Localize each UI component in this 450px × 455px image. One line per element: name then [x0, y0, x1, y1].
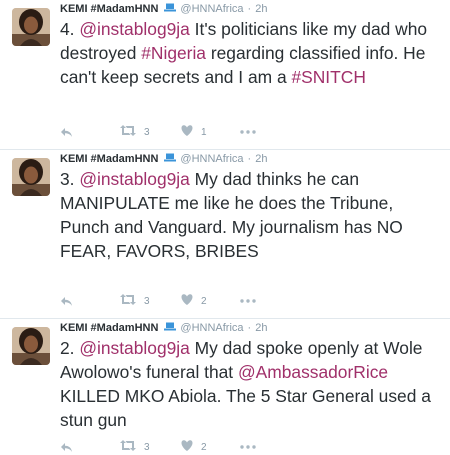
reply-icon[interactable]: [60, 127, 73, 138]
laptop-icon: [164, 3, 177, 15]
retweet-icon: [120, 440, 136, 454]
more-icon[interactable]: [240, 299, 256, 303]
user-handle[interactable]: @HNNAfrica: [180, 3, 243, 15]
tweet-text-segment: 3.: [60, 169, 80, 189]
avatar[interactable]: [12, 158, 50, 196]
heart-icon: [181, 294, 193, 308]
user-handle[interactable]: @HNNAfrica: [180, 322, 243, 334]
user-name[interactable]: KEMI #MadamHNN: [60, 153, 158, 165]
mention-link[interactable]: @instablog9ja: [79, 19, 189, 39]
tweet-text: 4. @instablog9ja It's politicians like m…: [60, 17, 445, 89]
like-button[interactable]: 2: [181, 440, 207, 454]
like-count: 2: [201, 295, 207, 307]
avatar-image: [12, 327, 50, 365]
tweet[interactable]: KEMI #MadamHNN @HNNAfrica · 2h 2. @insta…: [0, 319, 450, 454]
tweet-header: KEMI #MadamHNN @HNNAfrica · 2h: [60, 3, 267, 15]
tweet[interactable]: KEMI #MadamHNN @HNNAfrica · 2h 3. @insta…: [0, 150, 450, 319]
tweet-text: 3. @instablog9ja My dad thinks he can MA…: [60, 167, 445, 263]
laptop-icon: [164, 322, 177, 334]
mention-link[interactable]: @instablog9ja: [79, 169, 189, 189]
avatar[interactable]: [12, 327, 50, 365]
mention-link[interactable]: @AmbassadorRice: [238, 362, 388, 382]
more-icon[interactable]: [240, 445, 256, 449]
like-count: 1: [201, 126, 207, 138]
hashtag-link[interactable]: #SNITCH: [291, 67, 365, 87]
timestamp[interactable]: 2h: [255, 3, 267, 15]
user-handle[interactable]: @HNNAfrica: [180, 153, 243, 165]
hashtag-link[interactable]: #Nigeria: [141, 43, 206, 63]
retweet-icon: [120, 125, 136, 139]
timestamp[interactable]: 2h: [255, 153, 267, 165]
retweet-icon: [120, 294, 136, 308]
more-icon[interactable]: [240, 130, 256, 134]
retweet-button[interactable]: 3: [120, 294, 150, 308]
tweet-text-segment: 2.: [60, 338, 80, 358]
retweet-button[interactable]: 3: [120, 125, 150, 139]
tweet-text-segment: KILLED MKO Abiola. The 5 Star General us…: [60, 386, 431, 430]
like-button[interactable]: 1: [181, 125, 207, 139]
reply-icon[interactable]: [60, 296, 73, 307]
heart-icon: [181, 125, 193, 139]
mention-link[interactable]: @instablog9ja: [79, 338, 189, 358]
avatar-image: [12, 158, 50, 196]
separator: ·: [247, 322, 252, 334]
tweet-text-segment: 4.: [60, 19, 80, 39]
laptop-icon: [164, 153, 177, 165]
timestamp[interactable]: 2h: [255, 322, 267, 334]
tweet-header: KEMI #MadamHNN @HNNAfrica · 2h: [60, 322, 267, 334]
heart-icon: [181, 440, 193, 454]
avatar[interactable]: [12, 8, 50, 46]
tweet-text: 2. @instablog9ja My dad spoke openly at …: [60, 336, 445, 432]
retweet-button[interactable]: 3: [120, 440, 150, 454]
user-name[interactable]: KEMI #MadamHNN: [60, 3, 158, 15]
tweet[interactable]: KEMI #MadamHNN @HNNAfrica · 2h 4. @insta…: [0, 0, 450, 150]
separator: ·: [247, 3, 252, 15]
separator: ·: [247, 153, 252, 165]
avatar-image: [12, 8, 50, 46]
tweet-header: KEMI #MadamHNN @HNNAfrica · 2h: [60, 153, 267, 165]
retweet-count: 3: [144, 295, 150, 307]
like-button[interactable]: 2: [181, 294, 207, 308]
user-name[interactable]: KEMI #MadamHNN: [60, 322, 158, 334]
retweet-count: 3: [144, 126, 150, 138]
